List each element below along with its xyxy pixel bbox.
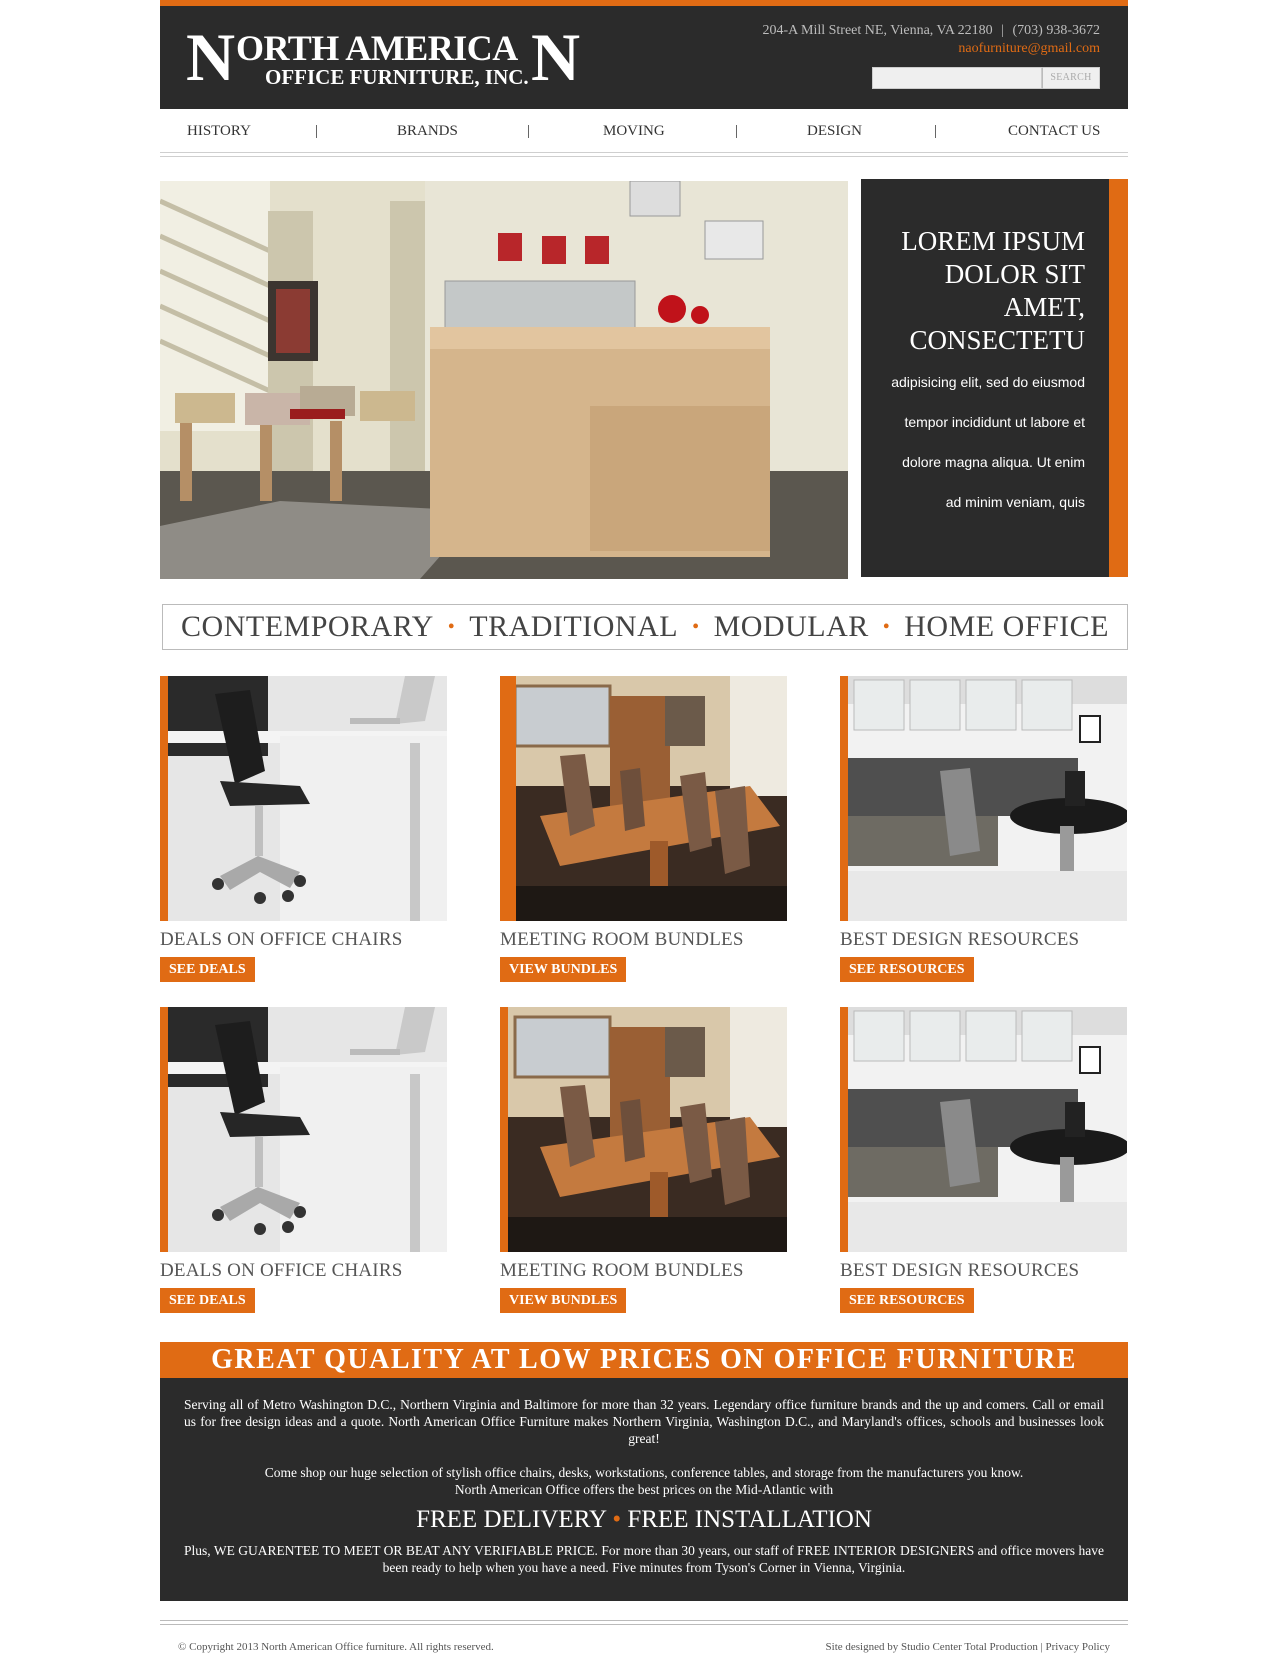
promo-card: MEETING ROOM BUNDLES VIEW BUNDLES — [500, 676, 787, 982]
card-title: DEALS ON OFFICE CHAIRS — [160, 1260, 403, 1281]
site-header: N ORTH AMERICA N OFFICE FURNITURE, INC. … — [160, 0, 1128, 109]
hero-body-line: dolore magna aliqua. Ut enim — [902, 454, 1085, 470]
category-contemporary[interactable]: CONTEMPORARY — [181, 610, 434, 644]
promo-card: MEETING ROOM BUNDLES VIEW BUNDLES — [500, 1007, 787, 1313]
category-separator: • — [447, 615, 456, 638]
view-bundles-button[interactable]: VIEW BUNDLES — [500, 1288, 627, 1313]
hero-body-line: ad minim veniam, quis — [945, 494, 1085, 510]
card-accent-stripe — [500, 676, 508, 921]
card-title: MEETING ROOM BUNDLES — [500, 1260, 744, 1281]
footer-links: Site designed by Studio Center Total Pro… — [826, 1641, 1110, 1653]
hero-title-line: LOREM IPSUM — [901, 226, 1085, 256]
workstation-photo[interactable] — [840, 1007, 1127, 1252]
promo-paragraph: Plus, WE GUARENTEE TO MEET OR BEAT ANY V… — [184, 1543, 1104, 1575]
promo-body: Serving all of Metro Washington D.C., No… — [160, 1378, 1128, 1601]
promo-heading: GREAT QUALITY AT LOW PRICES ON OFFICE FU… — [160, 1342, 1128, 1378]
see-resources-button[interactable]: SEE RESOURCES — [840, 957, 974, 982]
conference-room-photo[interactable] — [500, 1007, 787, 1252]
card-title: MEETING ROOM BUNDLES — [500, 929, 744, 950]
view-bundles-button[interactable]: VIEW BUNDLES — [500, 957, 627, 982]
nav-separator: | — [315, 123, 319, 139]
hero-title-line: DOLOR SIT — [944, 259, 1085, 289]
category-home-office[interactable]: HOME OFFICE — [904, 610, 1109, 644]
logo-line2: OFFICE FURNITURE, INC. — [265, 65, 529, 89]
promo-paragraph: Come shop our huge selection of stylish … — [184, 1464, 1104, 1498]
promo-card: BEST DESIGN RESOURCES SEE RESOURCES — [840, 1007, 1127, 1313]
logo-line1: ORTH AMERICA — [236, 28, 518, 68]
category-bar: CONTEMPORARY • TRADITIONAL • MODULAR • H… — [162, 604, 1128, 650]
hero-accent-bar — [1109, 179, 1128, 577]
hero-title: LOREM IPSUM DOLOR SIT AMET, CONSECTETU — [865, 225, 1085, 357]
promo-line: North American Office offers the best pr… — [454, 1482, 834, 1497]
search-button[interactable]: SEARCH — [1042, 67, 1100, 89]
site-credit-link[interactable]: Site designed by Studio Center Total Pro… — [826, 1641, 1038, 1653]
card-title: BEST DESIGN RESOURCES — [840, 929, 1080, 950]
hero-text-panel: LOREM IPSUM DOLOR SIT AMET, CONSECTETU a… — [861, 179, 1109, 577]
contact-info: 204-A Mill Street NE, Vienna, VA 22180 |… — [763, 22, 1100, 58]
nav-separator: | — [934, 123, 938, 139]
nav-item-history[interactable]: HISTORY — [187, 123, 251, 140]
hero-body: adipisicing elit, sed do eiusmod tempor … — [865, 375, 1085, 535]
see-resources-button[interactable]: SEE RESOURCES — [840, 1288, 974, 1313]
hero-image — [160, 181, 848, 579]
hero-body-line: tempor incididunt ut labore et — [904, 414, 1085, 430]
logo-last-letter: N — [531, 19, 581, 95]
card-accent-stripe — [160, 676, 168, 921]
free-separator: • — [612, 1506, 622, 1533]
card-title: BEST DESIGN RESOURCES — [840, 1260, 1080, 1281]
conference-room-photo[interactable] — [500, 676, 787, 921]
nav-item-brands[interactable]: BRANDS — [397, 123, 458, 140]
category-separator: • — [692, 615, 700, 638]
hero-body-line: adipisicing elit, sed do eiusmod — [891, 374, 1085, 390]
nav-item-design[interactable]: DESIGN — [807, 123, 862, 140]
logo-first-letter: N — [186, 19, 235, 95]
nav-item-contact-us[interactable]: CONTACT US — [1008, 123, 1100, 140]
see-deals-button[interactable]: SEE DEALS — [160, 1288, 255, 1313]
phone: (703) 938-3672 — [1012, 23, 1101, 38]
card-accent-stripe — [500, 1007, 508, 1252]
card-title: DEALS ON OFFICE CHAIRS — [160, 929, 403, 950]
search-input[interactable] — [872, 67, 1042, 89]
category-modular[interactable]: MODULAR — [714, 610, 869, 644]
promo-card: DEALS ON OFFICE CHAIRS SEE DEALS — [160, 1007, 447, 1313]
free-delivery: FREE DELIVERY — [416, 1506, 607, 1533]
office-chair-photo[interactable] — [160, 676, 447, 921]
promo-card: BEST DESIGN RESOURCES SEE RESOURCES — [840, 676, 1127, 982]
see-deals-button[interactable]: SEE DEALS — [160, 957, 255, 982]
copyright: © Copyright 2013 North American Office f… — [178, 1641, 494, 1653]
contact-separator: | — [1001, 23, 1004, 38]
workstation-photo[interactable] — [840, 676, 1127, 921]
promo-card: DEALS ON OFFICE CHAIRS SEE DEALS — [160, 676, 447, 982]
card-accent-stripe — [840, 676, 848, 921]
email-link[interactable]: naofurniture@gmail.com — [958, 41, 1100, 56]
search-form: SEARCH — [872, 67, 1100, 89]
footer-divider — [160, 1620, 1128, 1625]
address: 204-A Mill Street NE, Vienna, VA 22180 — [762, 23, 993, 38]
office-chair-photo[interactable] — [160, 1007, 447, 1252]
category-traditional[interactable]: TRADITIONAL — [469, 610, 678, 644]
promo-line: Come shop our huge selection of stylish … — [264, 1465, 1024, 1480]
card-accent-stripe — [840, 1007, 848, 1252]
hero-title-line: CONSECTETU — [909, 325, 1086, 355]
nav-separator: | — [527, 123, 531, 139]
main-nav: HISTORY | BRANDS | MOVING | DESIGN | CON… — [160, 111, 1128, 157]
nav-item-moving[interactable]: MOVING — [603, 123, 665, 140]
promo-paragraph: Serving all of Metro Washington D.C., No… — [184, 1397, 1104, 1446]
privacy-policy-link[interactable]: Privacy Policy — [1046, 1641, 1110, 1653]
free-installation: FREE INSTALLATION — [627, 1506, 872, 1533]
free-services: FREE DELIVERY • FREE INSTALLATION — [184, 1505, 1104, 1535]
nav-separator: | — [735, 123, 739, 139]
category-separator: • — [882, 615, 891, 638]
footer-separator: | — [1040, 1641, 1043, 1653]
hero-title-line: AMET, — [1003, 292, 1085, 322]
card-accent-stripe — [160, 1007, 168, 1252]
